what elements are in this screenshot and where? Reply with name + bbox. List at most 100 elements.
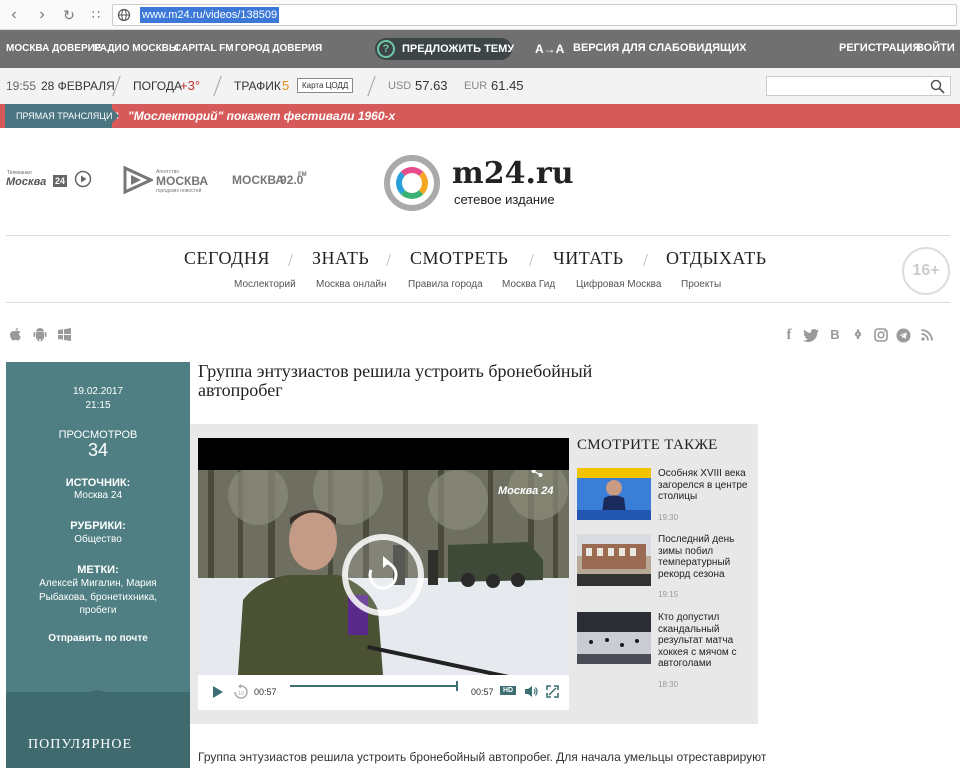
windows-icon[interactable]: [58, 328, 71, 341]
suggest-topic-button[interactable]: ? ПРЕДЛОЖИТЬ ТЕМУ: [375, 38, 515, 60]
hd-toggle[interactable]: HD: [500, 686, 517, 695]
radio-logo-text: МОСКВА: [232, 173, 285, 187]
tags-label: МЕТКИ:: [77, 564, 119, 576]
usd-label: USD: [388, 80, 412, 92]
related-item-title[interactable]: Кто допустил скандальный результат матча…: [658, 612, 753, 670]
subnav-city-rules[interactable]: Правила города: [408, 279, 483, 290]
weather-value: +3°: [180, 78, 201, 93]
android-icon[interactable]: [33, 327, 47, 342]
video-progress-handle[interactable]: [456, 681, 458, 691]
odnoklassniki-icon[interactable]: ߦ: [850, 327, 866, 343]
twitter-icon[interactable]: [803, 329, 819, 342]
source-value[interactable]: Москва 24: [6, 490, 190, 501]
subnav-moscow-guide[interactable]: Москва Гид: [502, 279, 555, 290]
agency-logo-sub: городских новостей: [156, 188, 202, 194]
nav-today[interactable]: СЕГОДНЯ: [184, 248, 270, 269]
related-thumbnail[interactable]: [577, 534, 651, 586]
replay-button[interactable]: [340, 532, 426, 618]
address-bar[interactable]: www.m24.ru/videos/138509: [112, 4, 957, 26]
video-controls: 10 00:57 00:57 HD: [198, 675, 569, 710]
subnav-moscow-online[interactable]: Москва онлайн: [316, 279, 387, 290]
usd-value: 57.63: [415, 78, 448, 93]
views-count: 34: [87, 440, 109, 460]
font-size-icon[interactable]: А→А: [535, 42, 564, 56]
vkontakte-icon[interactable]: B: [827, 327, 843, 343]
apple-icon[interactable]: [9, 327, 22, 342]
video-progress-bar[interactable]: [290, 681, 458, 691]
moscow24-logo-num: 24: [53, 175, 68, 187]
age-rating-badge: 16+: [902, 247, 950, 295]
subnav-mos-lectory[interactable]: Мослекторий: [234, 279, 296, 290]
related-item-title[interactable]: Последний день зимы побил температурный …: [658, 534, 753, 580]
video-player[interactable]: Москва 24 10 00:57 00:57 HD: [198, 438, 569, 710]
suggest-topic-label: ПРЕДЛОЖИТЬ ТЕМУ: [402, 43, 515, 55]
back-icon[interactable]: ‹: [4, 5, 24, 25]
nav-separator: /: [529, 250, 535, 270]
facebook-icon[interactable]: f: [781, 327, 797, 343]
current-time: 19:55: [6, 79, 37, 93]
telegram-icon[interactable]: [896, 328, 911, 343]
search-icon[interactable]: [930, 79, 945, 94]
topnav-link[interactable]: МОСКВА ДОВЕРИЕ: [6, 43, 101, 54]
nav-rest[interactable]: ОТДЫХАТЬ: [666, 248, 767, 269]
nav-watch[interactable]: СМОТРЕТЬ: [410, 248, 508, 269]
subnav-digital-moscow[interactable]: Цифровая Москва: [576, 279, 661, 290]
related-thumbnail[interactable]: [577, 468, 651, 520]
publish-date: 19.02.2017: [72, 386, 124, 397]
rubric-value[interactable]: Общество: [6, 534, 190, 545]
related-thumbnail[interactable]: [577, 612, 651, 664]
topnav-link[interactable]: РАДИО МОСКВЫ: [94, 43, 179, 54]
related-thumbnail-image: [577, 534, 651, 586]
weather-label[interactable]: ПОГОДА: [133, 79, 182, 93]
live-label-text: ПРЯМАЯ ТРАНСЛЯЦИЯ: [16, 111, 119, 121]
traffic-label[interactable]: ТРАФИК: [234, 79, 281, 93]
video-frame[interactable]: Москва 24: [198, 470, 569, 675]
nav-separator: /: [288, 250, 294, 270]
nav-know[interactable]: ЗНАТЬ: [312, 248, 369, 269]
popular-divider: [6, 690, 190, 710]
live-label[interactable]: ПРЯМАЯ ТРАНСЛЯЦИЯ: [5, 104, 119, 128]
related-item-title[interactable]: Особняк XVIII века загорелся в центре ст…: [658, 468, 753, 503]
browser-toolbar: ‹ › ↻ ∷ www.m24.ru/videos/138509: [0, 0, 960, 30]
topnav-link[interactable]: CAPITAL FM: [174, 43, 234, 54]
search-input[interactable]: [766, 76, 951, 96]
related-thumbnail-image: [577, 468, 651, 520]
accessibility-link[interactable]: ВЕРСИЯ ДЛЯ СЛАБОВИДЯЩИХ: [573, 42, 747, 54]
m24-logo-icon[interactable]: [384, 155, 440, 211]
fullscreen-icon[interactable]: [546, 685, 559, 698]
play-icon[interactable]: [212, 686, 224, 698]
article-meta-sidebar: 19.02.2017 21:15 ПРОСМОТРОВ 34 ИСТОЧНИК:…: [6, 362, 190, 768]
traffic-map-button[interactable]: Карта ЦОДД: [297, 78, 354, 93]
rss-icon[interactable]: [921, 329, 933, 341]
question-icon: ?: [377, 40, 395, 58]
live-arrow: [112, 109, 119, 123]
reload-icon[interactable]: ↻: [59, 5, 79, 25]
publish-time: 21:15: [85, 400, 111, 411]
login-link[interactable]: ВОЙТИ: [916, 42, 955, 54]
popular-heading[interactable]: ПОПУЛЯРНОЕ: [28, 737, 132, 753]
info-row: 19:55 28 ФЕВРАЛЯ ПОГОДА +3° ТРАФИК 5 Кар…: [0, 68, 960, 104]
share-icon[interactable]: [530, 470, 544, 478]
instagram-icon[interactable]: [874, 328, 888, 342]
forward-icon[interactable]: ›: [32, 5, 52, 25]
article-title: Группа энтузиастов решила устроить броне…: [198, 361, 593, 400]
tags-value[interactable]: Алексей Мигалин, Мария Рыбакова, бронети…: [33, 577, 163, 618]
send-by-mail-link[interactable]: Отправить по почте: [6, 633, 190, 644]
rewind-seconds: 10: [238, 691, 244, 697]
video-total-time: 00:57: [471, 687, 494, 697]
apps-grid-icon[interactable]: ∷: [86, 5, 106, 25]
nav-read[interactable]: ЧИТАТЬ: [553, 248, 624, 269]
live-headline[interactable]: "Мослекторий" покажет фестивали 1960-х: [128, 109, 395, 123]
related-thumbnail-image: [577, 612, 651, 664]
related-item-time: 19:15: [658, 590, 679, 599]
rewind-icon[interactable]: 10: [233, 684, 249, 700]
site-brand[interactable]: m24.ru: [452, 156, 574, 191]
url-text[interactable]: www.m24.ru/videos/138509: [140, 7, 280, 23]
topnav-link[interactable]: ГОРОД ДОВЕРИЯ: [235, 43, 322, 54]
volume-icon[interactable]: [524, 685, 538, 698]
current-date: 28 ФЕВРАЛЯ: [41, 79, 115, 93]
article-lead: Группа энтузиастов решила устроить броне…: [198, 750, 767, 764]
subnav-projects[interactable]: Проекты: [681, 279, 721, 290]
rubric-label: РУБРИКИ:: [70, 520, 126, 532]
register-link[interactable]: РЕГИСТРАЦИЯ: [839, 42, 920, 54]
